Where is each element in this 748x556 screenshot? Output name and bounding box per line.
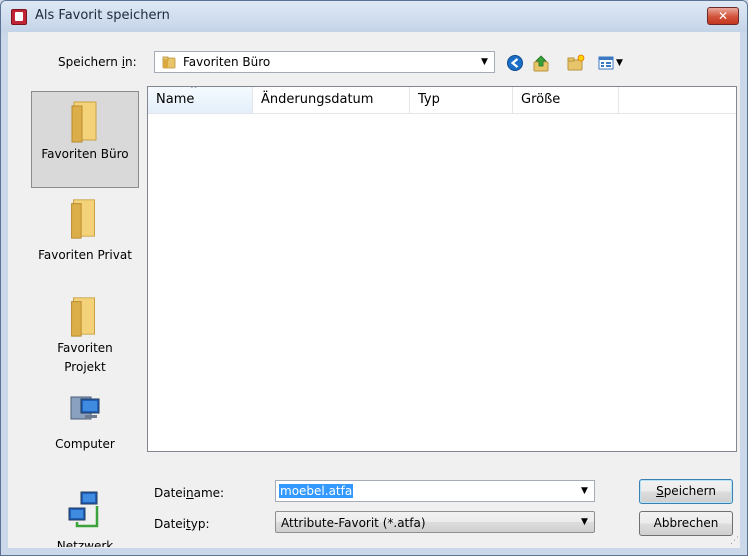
views-menu-icon[interactable] xyxy=(598,54,614,72)
back-icon[interactable] xyxy=(506,54,524,72)
place-label: Computer xyxy=(55,437,115,451)
column-header-date[interactable]: Änderungsdatum xyxy=(253,87,410,113)
column-header-type[interactable]: Typ xyxy=(410,87,513,113)
folder-icon xyxy=(71,199,95,239)
place-netzwerk[interactable]: Netzwerk xyxy=(31,488,139,547)
place-label-line2: Projekt xyxy=(64,360,106,374)
resize-grip[interactable]: ⋰ xyxy=(730,536,739,546)
app-icon xyxy=(11,9,27,25)
window-title: Als Favorit speichern xyxy=(35,8,170,23)
column-header-size[interactable]: Größe xyxy=(513,87,619,113)
cancel-button[interactable]: Abbrechen xyxy=(639,511,733,536)
save-in-combobox[interactable]: Favoriten Büro ▼ xyxy=(154,51,495,73)
column-header-name[interactable]: ^ Name xyxy=(148,87,253,113)
place-label: Favoriten Büro xyxy=(41,147,129,161)
folder-icon xyxy=(71,297,95,337)
new-folder-icon[interactable] xyxy=(567,54,585,72)
places-bar: Favoriten Büro Favoriten Privat Favorite… xyxy=(23,88,140,547)
filetype-select[interactable]: Attribute-Favorit (*.atfa) ▼ xyxy=(275,511,595,533)
file-list[interactable]: ^ Name Änderungsdatum Typ Größe xyxy=(147,86,737,452)
place-favoriten-privat[interactable]: Favoriten Privat xyxy=(31,194,139,274)
save-in-label: Speichern in: xyxy=(58,55,137,69)
place-label: Netzwerk xyxy=(56,539,114,547)
place-computer[interactable]: Computer xyxy=(31,393,139,457)
chevron-down-icon[interactable]: ▼ xyxy=(581,517,588,527)
place-favoriten-buero[interactable]: Favoriten Büro xyxy=(31,91,139,188)
save-in-value: Favoriten Büro xyxy=(183,55,271,69)
filetype-label: Dateityp: xyxy=(154,517,210,531)
dialog-body: Speichern in: Favoriten Büro ▼ ▼ Favorit… xyxy=(8,32,740,548)
sort-ascending-icon: ^ xyxy=(190,86,198,95)
filename-value: moebel.atfa xyxy=(279,484,354,498)
place-favoriten-projekt[interactable]: Favoriten Projekt xyxy=(31,292,139,376)
place-label: Favoriten Privat xyxy=(38,248,132,262)
chevron-down-icon[interactable]: ▼ xyxy=(581,486,588,496)
filetype-value: Attribute-Favorit (*.atfa) xyxy=(281,516,426,530)
header-divider xyxy=(148,113,736,114)
save-button[interactable]: Speichern xyxy=(639,479,733,504)
computer-icon xyxy=(70,396,100,420)
up-folder-icon[interactable] xyxy=(532,54,550,72)
views-dropdown-arrow-icon[interactable]: ▼ xyxy=(616,58,623,68)
chevron-down-icon[interactable]: ▼ xyxy=(481,57,488,67)
filename-label: Dateiname: xyxy=(154,486,225,500)
filename-input[interactable]: moebel.atfa ▼ xyxy=(275,480,595,502)
title-bar[interactable]: Als Favorit speichern ✕ xyxy=(1,1,747,32)
folder-icon xyxy=(71,101,97,143)
dialog-window: Als Favorit speichern ✕ Speichern in: Fa… xyxy=(0,0,748,556)
close-button[interactable]: ✕ xyxy=(707,7,739,25)
folder-icon xyxy=(162,56,176,69)
network-icon xyxy=(68,491,99,528)
place-label-line1: Favoriten xyxy=(57,341,113,355)
